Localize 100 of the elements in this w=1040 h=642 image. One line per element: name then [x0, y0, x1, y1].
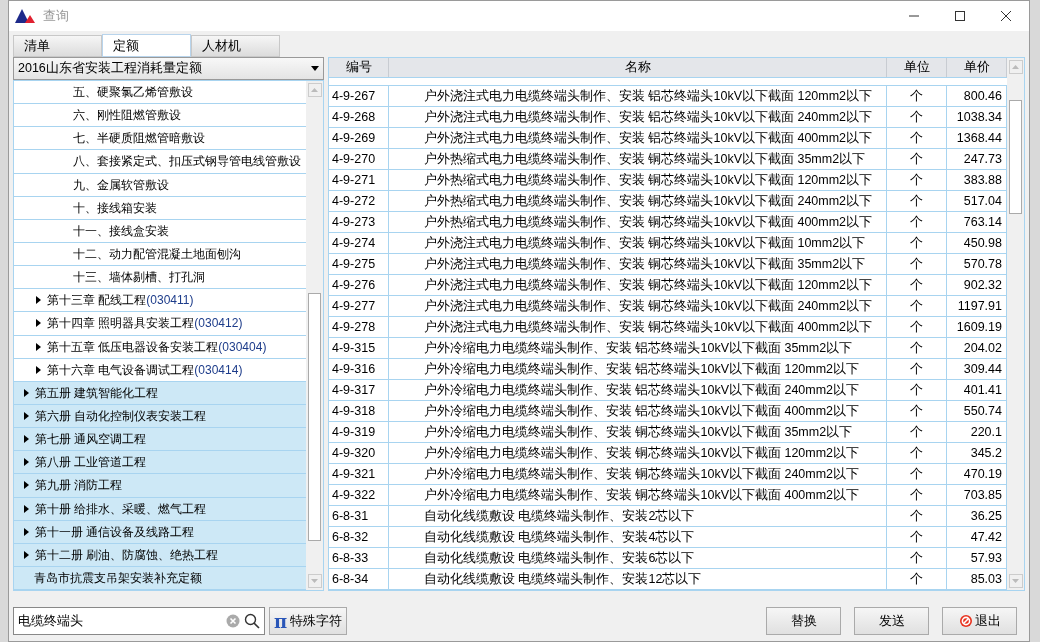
table-cell: 户外冷缩电力电缆终端头制作、安装 铜芯终端头10kV以下截面 120mm2以下	[389, 443, 887, 463]
tree-item-label: 青岛市抗震支吊架安装补充定额	[34, 570, 202, 587]
table-cell: 个	[887, 212, 947, 232]
special-characters-button[interactable]: π 特殊字符	[269, 607, 348, 635]
table-cell: 4-9-322	[329, 485, 389, 505]
table-cell: 个	[887, 359, 947, 379]
exit-button[interactable]: 退出	[942, 607, 1017, 635]
search-field[interactable]: 电缆终端头	[13, 607, 265, 635]
tree-item[interactable]: 青岛市抗震支吊架安装补充定额	[14, 566, 306, 590]
table-cell: 户外浇注式电力电缆终端头制作、安装 铜芯终端头10kV以下截面 400mm2以下	[389, 317, 887, 337]
table-cell: 4-9-315	[329, 338, 389, 358]
window-title: 查询	[43, 7, 69, 26]
table-cell: 自动化线缆敷设 电缆终端头制作、安装4芯以下	[389, 527, 887, 547]
table-cell: 户外热缩式电力电缆终端头制作、安装 铜芯终端头10kV以下截面 35mm2以下	[389, 149, 887, 169]
table-cell: 个	[887, 338, 947, 358]
dropdown-caret-icon	[311, 66, 319, 71]
table-cell: 4-9-267	[329, 86, 389, 106]
table-cell: 户外浇注式电力电缆终端头制作、安装 铝芯终端头10kV以下截面 240mm2以下	[389, 107, 887, 127]
tree-item-label: 十一、接线盒安装	[73, 222, 169, 240]
table-cell: 个	[887, 296, 947, 316]
tree-item-label: 第十五章 低压电器设备安装工程(030404)	[47, 338, 267, 356]
tree-item-label: 第九册 消防工程	[35, 477, 123, 495]
tree-item-label: 第十三章 配线工程(030411)	[47, 292, 194, 310]
maximize-icon	[955, 11, 965, 21]
table-cell: 6-8-31	[329, 506, 389, 526]
table-cell: 个	[887, 128, 947, 148]
table-cell: 户外热缩式电力电缆终端头制作、安装 铜芯终端头10kV以下截面 400mm2以下	[389, 212, 887, 232]
table-cell: 4-9-321	[329, 464, 389, 484]
table-cell: 个	[887, 86, 947, 106]
table-cell: 个	[887, 569, 947, 589]
table-cell: 4-9-318	[329, 401, 389, 421]
column-header[interactable]: 单位	[887, 58, 947, 78]
tree-item[interactable]: 第八册 工业管道工程	[14, 451, 306, 475]
tree-item-label: 第十六章 电气设备调试工程(030414)	[47, 361, 243, 379]
table-cell: 户外冷缩电力电缆终端头制作、安装 铜芯终端头10kV以下截面 240mm2以下	[389, 464, 887, 484]
tab[interactable]: 人材机	[191, 35, 280, 57]
tree-item-label: 第七册 通风空调工程	[35, 431, 147, 449]
table-cell: 4-9-271	[329, 170, 389, 190]
table-cell: 个	[887, 170, 947, 190]
tree-item-label: 十二、动力配管混凝土地面刨沟	[73, 246, 241, 264]
table-cell: 自动化线缆敷设 电缆终端头制作、安装2芯以下	[389, 506, 887, 526]
scroll-thumb[interactable]	[308, 293, 321, 541]
table-cell: 个	[887, 548, 947, 568]
table-cell: 4-9-274	[329, 233, 389, 253]
close-icon	[1001, 11, 1011, 21]
tree-item-label: 七、半硬质阻燃管暗敷设	[73, 130, 205, 148]
table-cell: 个	[887, 464, 947, 484]
table-cell: 个	[887, 275, 947, 295]
tab[interactable]: 定额	[102, 34, 191, 57]
table-cell: 4-9-272	[329, 191, 389, 211]
table-cell: 4-9-316	[329, 359, 389, 379]
tree-item-label: 八、套接紧定式、扣压式钢导管电线管敷设	[73, 153, 301, 171]
tree-item[interactable]: 第十二册 刷油、防腐蚀、绝热工程	[14, 543, 306, 567]
library-dropdown[interactable]: 2016山东省安装工程消耗量定额	[13, 57, 324, 80]
table-cell: 4-9-319	[329, 422, 389, 442]
table-cell: 个	[887, 317, 947, 337]
table-cell: 个	[887, 422, 947, 442]
tree-item-label: 十三、墙体剔槽、打孔洞	[73, 269, 205, 287]
tree-item[interactable]: 第六册 自动化控制仪表安装工程	[14, 404, 306, 429]
tree-item[interactable]: 第七册 通风空调工程	[14, 428, 306, 452]
tree-item-label: 第十一册 通信设备及线路工程	[35, 523, 195, 541]
table-cell: 户外浇注式电力电缆终端头制作、安装 铜芯终端头10kV以下截面 240mm2以下	[389, 296, 887, 316]
column-header[interactable]: 编号	[329, 58, 389, 78]
tree-item[interactable]: 第十册 给排水、采暖、燃气工程	[14, 497, 306, 521]
search-icon[interactable]	[244, 613, 260, 629]
table-cell: 户外浇注式电力电缆终端头制作、安装 铜芯终端头10kV以下截面 35mm2以下	[389, 254, 887, 274]
table-cell: 4-9-277	[329, 296, 389, 316]
table-cell: 4-9-278	[329, 317, 389, 337]
column-header[interactable]: 名称	[389, 58, 887, 78]
table-cell: 户外热缩式电力电缆终端头制作、安装 铜芯终端头10kV以下截面 120mm2以下	[389, 170, 887, 190]
tree-item[interactable]: 第九册 消防工程	[14, 474, 306, 498]
tree-item-label: 第十册 给排水、采暖、燃气工程	[35, 500, 207, 518]
table-cell: 个	[887, 254, 947, 274]
table-cell: 个	[887, 506, 947, 526]
tree-item[interactable]: 第五册 建筑智能化工程	[14, 381, 306, 405]
table-cell: 户外浇注式电力电缆终端头制作、安装 铜芯终端头10kV以下截面 120mm2以下	[389, 275, 887, 295]
action-button[interactable]: 替换	[766, 607, 841, 635]
tree-item-label: 五、硬聚氯乙烯管敷设	[73, 84, 193, 102]
table-cell: 4-9-270	[329, 149, 389, 169]
table-cell: 户外冷缩电力电缆终端头制作、安装 铝芯终端头10kV以下截面 120mm2以下	[389, 359, 887, 379]
table-cell: 4-9-273	[329, 212, 389, 232]
table-cell: 个	[887, 191, 947, 211]
table-cell: 户外热缩式电力电缆终端头制作、安装 铜芯终端头10kV以下截面 240mm2以下	[389, 191, 887, 211]
tree-item[interactable]: 第十一册 通信设备及线路工程	[14, 520, 306, 544]
action-button[interactable]: 发送	[854, 607, 929, 635]
table-cell: 6-8-33	[329, 548, 389, 568]
table-cell: 个	[887, 149, 947, 169]
tree-item-label: 六、刚性阻燃管敷设	[73, 107, 181, 125]
table-cell: 个	[887, 527, 947, 547]
table-cell: 户外冷缩电力电缆终端头制作、安装 铜芯终端头10kV以下截面 400mm2以下	[389, 485, 887, 505]
table-cell: 6-8-34	[329, 569, 389, 589]
table-cell: 户外冷缩电力电缆终端头制作、安装 铜芯终端头10kV以下截面 35mm2以下	[389, 422, 887, 442]
table-cell: 4-9-275	[329, 254, 389, 274]
table-cell: 6-8-32	[329, 527, 389, 547]
scroll-thumb[interactable]	[1009, 100, 1022, 214]
table-cell: 户外浇注式电力电缆终端头制作、安装 铝芯终端头10kV以下截面 400mm2以下	[389, 128, 887, 148]
table-cell: 4-9-269	[329, 128, 389, 148]
tab[interactable]: 清单	[13, 35, 102, 57]
table-cell: 户外冷缩电力电缆终端头制作、安装 铝芯终端头10kV以下截面 35mm2以下	[389, 338, 887, 358]
table-cell: 自动化线缆敷设 电缆终端头制作、安装12芯以下	[389, 569, 887, 589]
